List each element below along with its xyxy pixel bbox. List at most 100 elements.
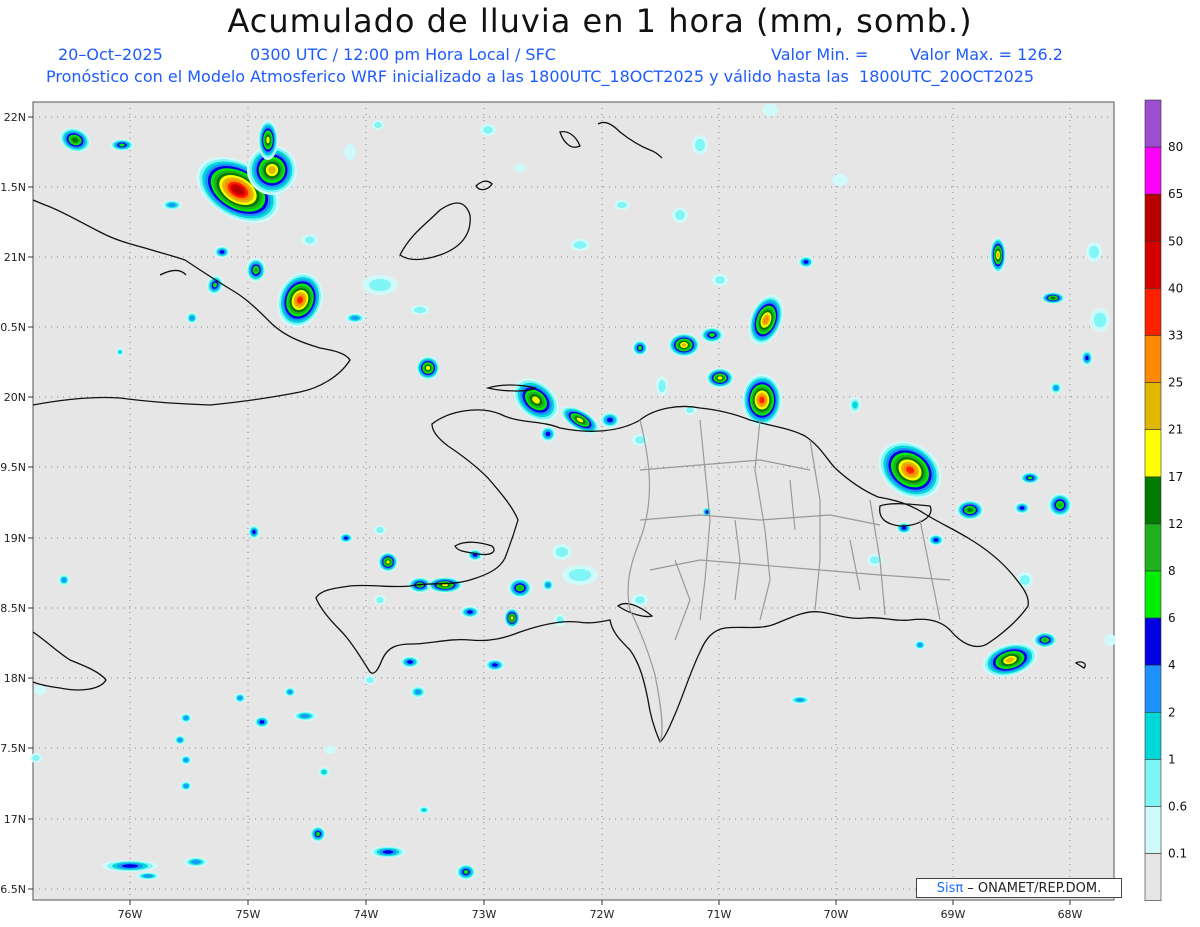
colorbar-label: 65 [1168, 187, 1183, 201]
rain-cell [485, 659, 505, 671]
rain-cell [1014, 502, 1030, 514]
rain-cell [364, 675, 376, 685]
rain-cell [762, 104, 778, 116]
rain-cell [1017, 572, 1033, 588]
rain-cell [344, 144, 356, 160]
lon-tick-label: 75W [236, 908, 261, 921]
rain-cell [1090, 308, 1110, 332]
rain-cell [504, 608, 520, 628]
sispi-logo: Sisπ [936, 880, 964, 896]
rain-cell [562, 565, 598, 585]
rain-cell [1020, 472, 1040, 484]
rain-cell [400, 656, 420, 668]
rain-cell [1048, 493, 1072, 517]
lat-tick-label: 18N [4, 672, 26, 685]
lon-tick-label: 69W [941, 908, 966, 921]
colorbar-swatch [1144, 382, 1162, 431]
rainfall-map: 76W 75W 74W 73W 72W 71W 70W 69W 68W 22N 1.5N 21N 0.5… [0, 99, 1187, 921]
rain-cell [1041, 292, 1065, 304]
rain-cell [928, 534, 944, 546]
rain-cell [956, 500, 984, 520]
rain-cell [410, 686, 426, 698]
rain-cell [672, 207, 688, 223]
colorbar-swatch [1144, 617, 1162, 666]
colorbar-swatch [1144, 335, 1162, 383]
lat-tick-label: 6.5N [0, 883, 26, 896]
rain-cell [345, 313, 365, 323]
rain-cell [284, 687, 296, 697]
rain-cell [58, 574, 70, 586]
rain-cell [712, 274, 728, 286]
rain-cell [990, 237, 1006, 273]
lat-tick-label: 9.5N [0, 461, 26, 474]
rain-cell [310, 826, 326, 842]
lat-tick-label: 0.5N [0, 321, 26, 334]
colorbar-label: 2 [1168, 705, 1176, 719]
rain-cell [514, 164, 526, 172]
rain-cell [692, 135, 708, 155]
colorbar-swatch [1144, 664, 1162, 713]
colorbar-label: 17 [1168, 470, 1183, 484]
rain-cell [600, 412, 620, 428]
rain-cell [234, 693, 246, 703]
rain-cell [456, 864, 476, 880]
rain-cell [410, 305, 430, 315]
colorbar-label: 1 [1168, 752, 1176, 766]
rain-cell [374, 595, 386, 605]
colorbar-label: 50 [1168, 234, 1183, 248]
colorbar-swatch [1144, 711, 1162, 760]
rain-cell [508, 578, 532, 598]
colorbar-swatch [1144, 523, 1162, 572]
rain-cell [180, 713, 192, 723]
colorbar-label: 21 [1168, 423, 1183, 437]
lon-tick-label: 73W [472, 908, 497, 921]
lon-tick-label: 76W [118, 908, 143, 921]
rain-cell [258, 120, 278, 160]
rain-cell [174, 735, 186, 745]
rain-cell [318, 767, 330, 777]
rain-cell [110, 139, 134, 151]
rain-cell [632, 340, 648, 356]
rain-cell [214, 246, 230, 258]
colorbar-label: 6 [1168, 611, 1176, 625]
rain-cell [896, 522, 912, 534]
rain-cell [162, 200, 182, 210]
rain-cell [798, 256, 814, 268]
rain-cell [293, 711, 317, 721]
rain-cell [1104, 634, 1116, 646]
colorbar-swatch [1144, 806, 1162, 854]
rain-cell [460, 606, 480, 618]
lat-tick-label: 20N [4, 391, 26, 404]
colorbar-label: 33 [1168, 329, 1183, 343]
lat-tick-label: 7.5N [0, 742, 26, 755]
rain-cell [614, 200, 630, 210]
lon-tick-label: 71W [707, 908, 732, 921]
rain-cell [1033, 632, 1057, 648]
colorbar-swatch [1144, 146, 1162, 195]
rain-cell [116, 348, 124, 356]
rain-cell [372, 120, 384, 130]
rain-cell [542, 579, 554, 591]
rain-cell [1086, 242, 1102, 262]
rain-cell [30, 753, 42, 763]
lat-tick-label: 1.5N [0, 181, 26, 194]
lon-tick-label: 70W [824, 908, 849, 921]
rain-cell [790, 696, 810, 704]
credit-text: – ONAMET/REP.DOM. [967, 880, 1102, 896]
rain-cell [184, 857, 208, 867]
colorbar-label: 40 [1168, 281, 1183, 295]
lat-tick-label: 8.5N [0, 602, 26, 615]
colorbar-label: 25 [1168, 376, 1183, 390]
rain-cell [362, 275, 398, 295]
rain-cell [570, 239, 590, 251]
colorbar-swatch [1144, 429, 1162, 478]
rain-cell [632, 594, 648, 606]
rain-cell [706, 368, 734, 388]
lon-tick-label: 72W [590, 908, 615, 921]
rain-cell [700, 327, 724, 343]
rain-cell [540, 426, 556, 442]
colorbar-label: 0.1 [1168, 847, 1187, 861]
rain-cell [427, 577, 463, 593]
rain-cell [136, 872, 160, 880]
rain-cell [668, 333, 700, 357]
